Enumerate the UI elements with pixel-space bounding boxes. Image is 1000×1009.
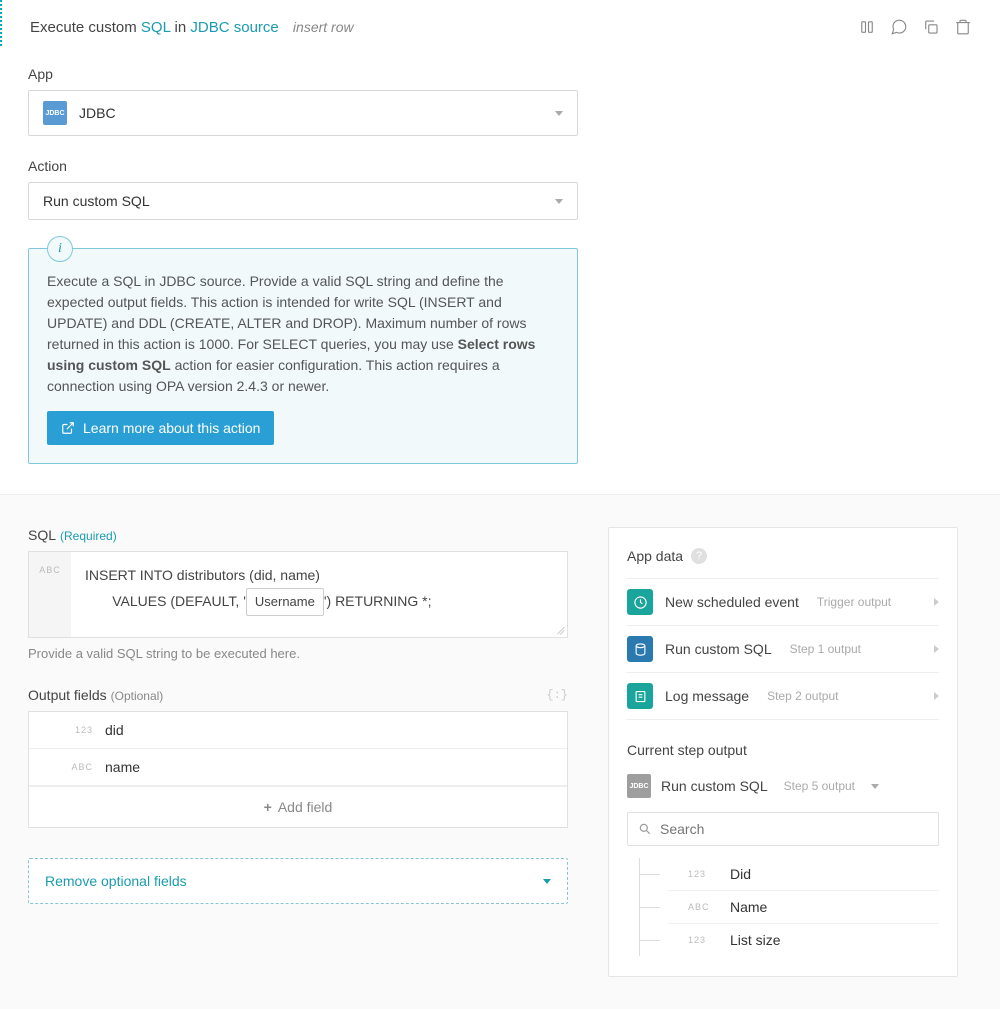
tree-item[interactable]: ABC Name xyxy=(668,891,939,924)
output-field-row[interactable]: ABC name xyxy=(29,749,567,786)
username-pill[interactable]: Username xyxy=(246,588,324,616)
info-icon: i xyxy=(47,236,73,262)
comment-icon[interactable] xyxy=(890,18,908,36)
output-fields-list: 123 did ABC name +Add field xyxy=(28,711,568,828)
app-label: App xyxy=(28,66,972,82)
skip-icon[interactable] xyxy=(858,18,876,36)
data-source-row[interactable]: Run custom SQL Step 1 output xyxy=(627,625,939,672)
data-source-row[interactable]: Log message Step 2 output xyxy=(627,672,939,720)
step-header[interactable]: JDBC Run custom SQL Step 5 output xyxy=(627,774,939,798)
left-column: SQL(Required) ABC INSERT INTO distributo… xyxy=(28,527,568,904)
search-input[interactable] xyxy=(660,821,928,837)
sql-label: SQL(Required) xyxy=(28,527,568,543)
database-icon xyxy=(627,636,653,662)
chevron-down-icon xyxy=(555,111,563,116)
chevron-down-icon xyxy=(555,199,563,204)
chevron-right-icon xyxy=(934,692,939,700)
config-section: App JDBC JDBC Action Run custom SQL i Ex… xyxy=(0,46,1000,494)
info-panel: i Execute a SQL in JDBC source. Provide … xyxy=(28,248,578,464)
header-actions xyxy=(858,18,972,36)
right-panel: App data ? New scheduled event Trigger o… xyxy=(608,527,958,977)
jdbc-gray-icon: JDBC xyxy=(627,774,651,798)
info-text: Execute a SQL in JDBC source. Provide a … xyxy=(47,271,559,397)
chevron-down-icon xyxy=(543,879,551,884)
data-source-row[interactable]: New scheduled event Trigger output xyxy=(627,578,939,625)
action-label: Action xyxy=(28,158,972,174)
output-fields-header: Output fields(Optional) {:} xyxy=(28,687,568,703)
output-field-row[interactable]: 123 did xyxy=(29,712,567,749)
resize-handle[interactable] xyxy=(554,624,564,634)
jdbc-icon: JDBC xyxy=(43,101,67,125)
tree-item[interactable]: 123 Did xyxy=(668,858,939,891)
sql-input[interactable]: ABC INSERT INTO distributors (did, name)… xyxy=(28,551,568,638)
tree-item[interactable]: 123 List size xyxy=(668,924,939,956)
search-icon xyxy=(638,822,652,836)
output-tree: 123 Did ABC Name 123 List size xyxy=(639,858,939,956)
page-header: Execute custom SQL in JDBC source insert… xyxy=(0,0,1000,46)
schema-icon[interactable]: {:} xyxy=(546,688,568,702)
learn-more-button[interactable]: Learn more about this action xyxy=(47,411,274,445)
chevron-right-icon xyxy=(934,598,939,606)
sql-helper-text: Provide a valid SQL string to be execute… xyxy=(28,646,568,661)
action-select[interactable]: Run custom SQL xyxy=(28,182,578,220)
add-field-button[interactable]: +Add field xyxy=(29,786,567,827)
search-box[interactable] xyxy=(627,812,939,846)
app-data-title: App data ? xyxy=(627,548,939,564)
copy-icon[interactable] xyxy=(922,18,940,36)
chevron-down-icon xyxy=(871,784,879,789)
lower-section: SQL(Required) ABC INSERT INTO distributo… xyxy=(0,494,1000,1009)
current-step-title: Current step output xyxy=(627,742,939,758)
chevron-right-icon xyxy=(934,645,939,653)
app-select[interactable]: JDBC JDBC xyxy=(28,90,578,136)
log-icon xyxy=(627,683,653,709)
help-icon[interactable]: ? xyxy=(691,548,707,564)
remove-optional-fields[interactable]: Remove optional fields xyxy=(28,858,568,904)
page-title: Execute custom SQL in JDBC source insert… xyxy=(30,19,858,36)
external-link-icon xyxy=(61,421,75,435)
plus-icon: + xyxy=(264,799,272,815)
trash-icon[interactable] xyxy=(954,18,972,36)
clock-icon xyxy=(627,589,653,615)
